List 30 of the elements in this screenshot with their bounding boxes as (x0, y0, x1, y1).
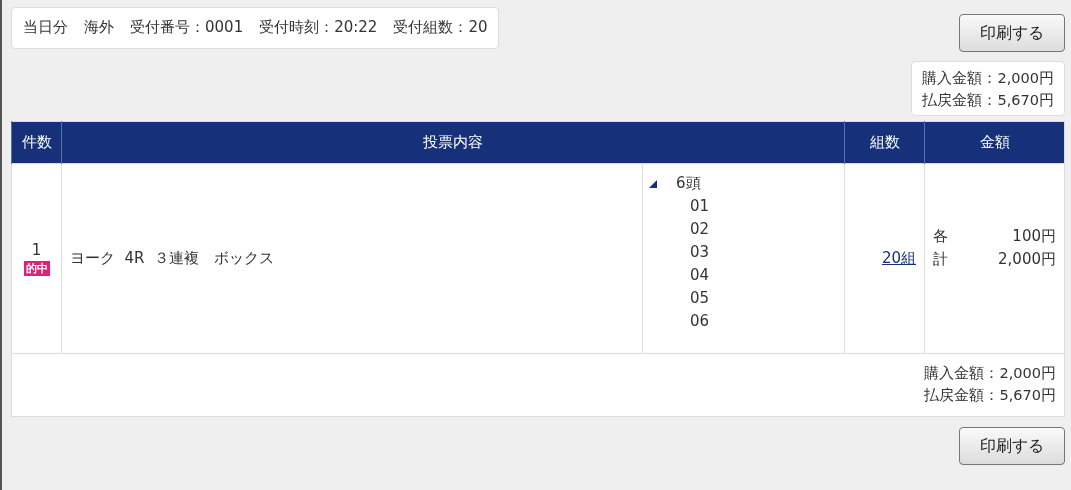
column-header: 件数 (11, 121, 62, 164)
horse-number: 01 (689, 196, 711, 217)
info-text: 受付番号：0001 (130, 18, 244, 37)
horse-number: 06 (689, 311, 711, 332)
combination-link[interactable]: 20組 (845, 249, 924, 268)
horse-number: 03 (689, 242, 711, 263)
horse-number: 02 (689, 219, 711, 240)
info-text: 当日分 (23, 18, 68, 37)
bet-description: ヨーク 4R ３連複 ボックス (69, 249, 275, 267)
amount-value: 2,000円 (998, 248, 1056, 270)
print-button[interactable]: 印刷する (959, 427, 1065, 465)
horse-number: 05 (689, 288, 711, 309)
column-header: 金額 (924, 121, 1065, 164)
row-number: 1 (31, 241, 42, 259)
info-text: 受付時刻：20:22 (259, 18, 378, 37)
print-button[interactable]: 印刷する (959, 14, 1065, 52)
summary-text: 払戻金額：5,670円 (922, 91, 1054, 110)
horse-count: 6頭 (676, 173, 701, 194)
total-text: 払戻金額：5,670円 (924, 386, 1056, 405)
info-text: 受付組数：20 (393, 18, 488, 37)
total-text: 購入金額：2,000円 (924, 364, 1056, 383)
summary-text: 購入金額：2,000円 (922, 69, 1054, 88)
amount-value: 100円 (1012, 225, 1056, 247)
amount-label: 各 (933, 225, 948, 247)
amount-label: 計 (933, 248, 948, 270)
hit-badge: 的中 (23, 261, 50, 276)
horse-number: 04 (689, 265, 711, 286)
column-header: 組数 (844, 121, 925, 164)
column-header: 投票内容 (61, 121, 845, 164)
info-text: 海外 (84, 18, 114, 37)
